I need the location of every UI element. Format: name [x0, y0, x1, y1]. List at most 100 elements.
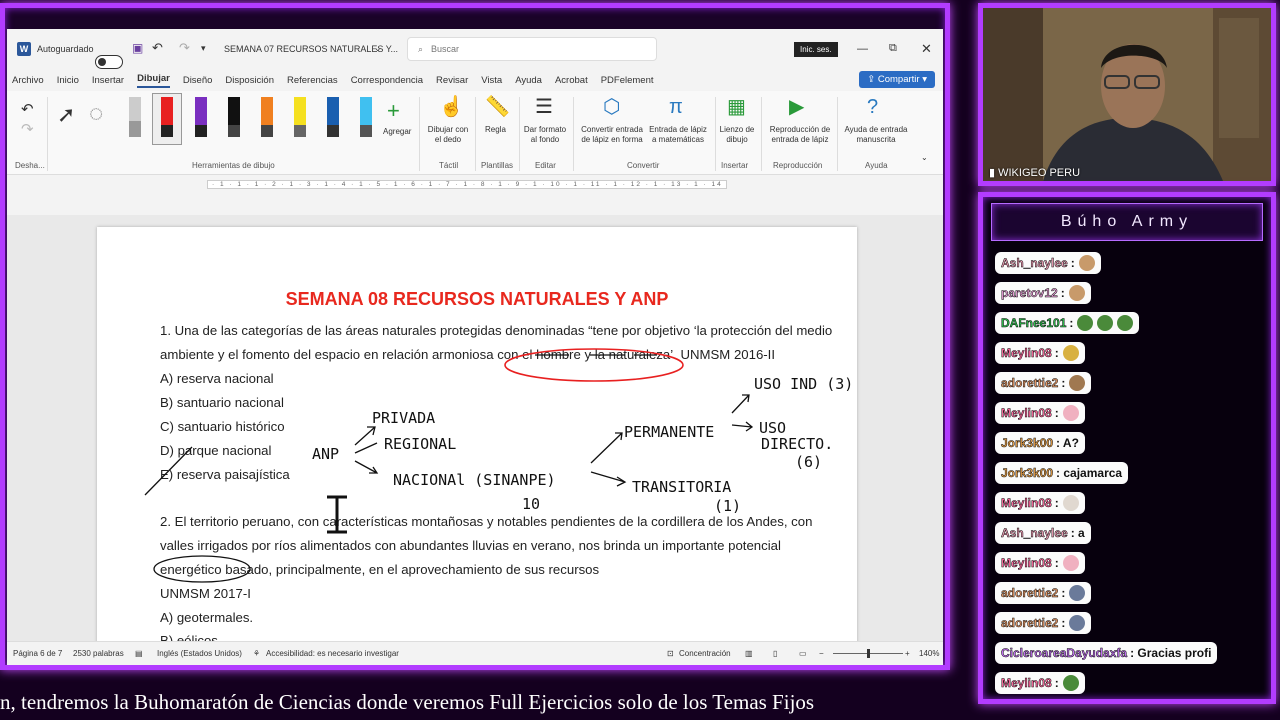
minimize-icon[interactable]: — — [857, 43, 868, 55]
tab-referencias[interactable]: Referencias — [287, 75, 338, 86]
chat-username[interactable]: Ash_naylee — [1001, 256, 1068, 271]
draw-with-finger-label[interactable]: Dibujar con el dedo — [425, 125, 471, 145]
focus-mode[interactable]: Concentración — [679, 649, 731, 658]
accessibility-icon[interactable]: ⚘ — [253, 649, 260, 658]
chat-username[interactable]: adorettie2 — [1001, 616, 1059, 631]
chat-username[interactable]: Meylin08 — [1001, 556, 1052, 571]
ruler-icon[interactable]: 📏 — [485, 95, 510, 120]
print-layout-icon[interactable]: ▯ — [773, 649, 777, 658]
chat-username[interactable]: Ash_naylee — [1001, 526, 1068, 541]
black-ink-strokes — [144, 354, 754, 583]
ink-help-label[interactable]: Ayuda de entrada manuscrita — [841, 125, 911, 145]
tab-acrobat[interactable]: Acrobat — [555, 75, 588, 86]
chat-username[interactable]: Meylin08 — [1001, 406, 1052, 421]
ruler-label[interactable]: Regla — [485, 125, 506, 135]
tab-inicio[interactable]: Inicio — [57, 75, 79, 86]
ink-to-math-label[interactable]: Entrada de lápiz a matemáticas — [647, 125, 709, 145]
ink-replay-icon[interactable]: ▶ — [789, 95, 804, 120]
save-icon[interactable]: ▣ — [132, 41, 143, 55]
background-format-icon[interactable]: ☰ — [535, 95, 553, 120]
eraser-icon[interactable] — [129, 97, 141, 137]
chat-text: : — [1069, 316, 1074, 330]
emote-icon — [1069, 585, 1086, 601]
zoom-level[interactable]: 140% — [919, 649, 939, 658]
document-canvas[interactable]: SEMANA 08 RECURSOS NATURALES Y ANP 1. Un… — [7, 215, 943, 641]
pen-cyan-icon[interactable] — [360, 97, 372, 137]
ink-replay-label[interactable]: Reproducción de entrada de lápiz — [765, 125, 835, 145]
chat-username[interactable]: paretov12 — [1001, 286, 1058, 301]
pen-orange-icon[interactable] — [261, 97, 273, 137]
collapse-ribbon-icon[interactable]: ⌄ — [921, 153, 928, 163]
chat-username[interactable]: DAFnee101 — [1001, 316, 1067, 331]
document-title[interactable]: SEMANA 07 RECURSOS NATURALES Y... — [224, 44, 398, 54]
chat-username[interactable]: adorettie2 — [1001, 586, 1059, 601]
tab-ayuda[interactable]: Ayuda — [515, 75, 542, 86]
ink-help-icon[interactable]: ? — [867, 95, 878, 120]
edit-group-label: Editar — [535, 161, 556, 170]
background-format-label[interactable]: Dar formato al fondo — [521, 125, 569, 145]
zoom-slider-thumb[interactable] — [867, 649, 870, 658]
web-layout-icon[interactable]: ▭ — [799, 649, 807, 658]
tab-insertar[interactable]: Insertar — [92, 75, 124, 86]
tab-vista[interactable]: Vista — [481, 75, 502, 86]
tab-disposicion[interactable]: Disposición — [225, 75, 274, 86]
document-page[interactable]: SEMANA 08 RECURSOS NATURALES Y ANP 1. Un… — [97, 227, 857, 641]
proofing-icon[interactable]: ▤ — [135, 649, 143, 658]
ink-to-shape-icon[interactable]: ⬡ — [603, 95, 620, 120]
customize-qat-icon[interactable]: ▾ — [201, 43, 206, 54]
highlighter-yellow-icon[interactable] — [294, 97, 306, 137]
pen-blue-icon[interactable] — [327, 97, 339, 137]
lasso-icon[interactable]: ◌ — [89, 99, 103, 129]
word-count[interactable]: 2530 palabras — [73, 649, 124, 658]
tab-dibujar[interactable]: Dibujar — [137, 73, 170, 88]
page-count[interactable]: Página 6 de 7 — [13, 649, 62, 658]
add-pen-icon[interactable]: + — [387, 97, 400, 125]
chat-username[interactable]: Meylin08 — [1001, 676, 1052, 691]
ink-to-shape-label[interactable]: Convertir entrada de lápiz en forma — [577, 125, 647, 145]
read-mode-icon[interactable]: ▥ — [745, 649, 753, 658]
chat-username[interactable]: Meylin08 — [1001, 496, 1052, 511]
close-icon[interactable]: ✕ — [921, 41, 932, 57]
language[interactable]: Inglés (Estados Unidos) — [157, 649, 242, 658]
redo-icon[interactable]: ↷ — [179, 40, 190, 56]
add-pen-label[interactable]: Agregar — [383, 127, 411, 137]
ruler-scale[interactable]: · 1 · 1 · 1 · 2 · 1 · 3 · 1 · 4 · 1 · 5 … — [207, 180, 727, 189]
pen-purple-icon[interactable] — [195, 97, 207, 137]
drawing-canvas-icon[interactable]: ▦ — [727, 95, 746, 120]
tab-archivo[interactable]: Archivo — [12, 75, 44, 86]
cam-channel-name: WIKIGEO PERU — [998, 167, 1081, 179]
word-window: W Autoguardado ▣ ↶ ↷ ▾ SEMANA 07 RECURSO… — [7, 29, 943, 665]
chat-text: : — [1061, 376, 1066, 390]
touch-hand-icon[interactable]: ☝ — [439, 95, 464, 120]
drawing-canvas-label[interactable]: Lienzo de dibujo — [717, 125, 757, 145]
select-cursor-icon[interactable]: ➚ — [57, 101, 75, 129]
redo-icon[interactable]: ↷ — [21, 121, 34, 140]
chat-username[interactable]: adorettie2 — [1001, 376, 1059, 391]
tab-correspondencia[interactable]: Correspondencia — [351, 75, 423, 86]
undo-icon[interactable]: ↶ — [152, 40, 163, 56]
chat-username[interactable]: Jork3k00 — [1001, 466, 1054, 481]
share-button[interactable]: ⇪ Compartir ▾ — [859, 71, 935, 88]
zoom-out-icon[interactable]: − — [819, 649, 824, 658]
chat-username[interactable]: Jork3k00 — [1001, 436, 1054, 451]
chat-username[interactable]: Meylin08 — [1001, 346, 1052, 361]
signin-button[interactable]: Inic. ses. — [794, 42, 838, 57]
tab-revisar[interactable]: Revisar — [436, 75, 468, 86]
ink-to-math-icon[interactable]: π — [669, 95, 683, 120]
accessibility-status[interactable]: Accesibilidad: es necesario investigar — [266, 649, 399, 658]
share-label: Compartir — [877, 74, 920, 85]
undo-icon[interactable]: ↶ — [21, 101, 34, 120]
search-input[interactable]: ⌕ Buscar — [407, 37, 657, 61]
ribbon-separator — [519, 97, 520, 171]
autosave-toggle[interactable] — [95, 55, 123, 69]
tab-pdfelement[interactable]: PDFelement — [601, 75, 654, 86]
tab-diseno[interactable]: Diseño — [183, 75, 213, 86]
templates-group-label: Plantillas — [481, 161, 514, 170]
pen-black-icon[interactable] — [228, 97, 240, 137]
chat-username[interactable]: CicleroareaDayudaxfa — [1001, 646, 1128, 661]
focus-icon[interactable]: ⊡ — [667, 649, 674, 658]
chat-message: Jork3k00: cajamarca — [995, 462, 1129, 484]
zoom-in-icon[interactable]: + — [905, 649, 910, 658]
restore-icon[interactable]: ⧉ — [889, 42, 897, 55]
chevron-down-icon[interactable]: ⌄ — [374, 43, 382, 54]
